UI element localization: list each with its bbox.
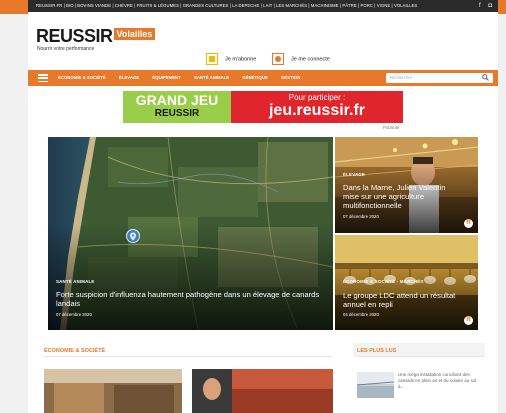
- ad-game-title: GRAND JEU: [135, 92, 219, 108]
- instagram-icon[interactable]: ◘: [488, 0, 492, 12]
- left-margin: [0, 14, 28, 413]
- ad-url: jeu.reussir.fr: [268, 102, 366, 119]
- reussir-r-badge-icon: R: [464, 316, 473, 325]
- nav-item-equipement[interactable]: ÉQUIPEMENT: [152, 75, 180, 80]
- nav-item-gestion[interactable]: GESTION: [281, 75, 300, 80]
- main-article-category[interactable]: SANTÉ ANIMALE: [56, 279, 95, 284]
- nav-item-economie[interactable]: ÉCONOMIE & SOCIÉTÉ: [58, 75, 106, 80]
- ad-label: Publicité: [383, 125, 400, 130]
- subscribe-button[interactable]: Je m'abonne: [206, 53, 256, 65]
- section-title-economie[interactable]: ÉCONOMIE & SOCIÉTÉ: [44, 348, 105, 354]
- ad-brand: REUSSIR: [154, 108, 200, 119]
- reussir-r-badge-icon: R: [464, 219, 473, 228]
- side-article-card-1[interactable]: ÉLEVAGE Dans la Marne, Julien Valentin m…: [335, 137, 478, 233]
- search-icon[interactable]: [482, 74, 489, 84]
- economie-tile-2-photo: [192, 369, 333, 413]
- economie-tile-1-photo: [44, 369, 182, 413]
- side2-category[interactable]: ÉCONOMIE & SOCIÉTÉ - MARCHÉS: [343, 279, 424, 284]
- nav-item-genetique[interactable]: GÉNÉTIQUE: [242, 75, 267, 80]
- ad-right-panel: Pour participer : jeu.reussir.fr: [231, 91, 403, 123]
- main-navbar: ÉCONOMIE & SOCIÉTÉ ÉLEVAGE ÉQUIPEMENT SA…: [28, 70, 498, 86]
- side1-date: 07 décembre 2020: [343, 214, 379, 219]
- section-title-most-read: LES PLUS LUS: [357, 348, 397, 354]
- side1-title[interactable]: Dans la Marne, Julien Valentin mise sur …: [343, 183, 463, 210]
- network-topbar: REUSSIR.FR | BIO | BOVINS VIANDE | CHÈVR…: [28, 0, 498, 12]
- site-logo[interactable]: REUSSIR Volailles Nourrir votre performan…: [36, 26, 156, 52]
- main-article-card[interactable]: SANTÉ ANIMALE Forte suspicion d'influenz…: [48, 137, 333, 330]
- social-links: f ◘: [473, 0, 492, 12]
- subscribe-label: Je m'abonne: [225, 56, 257, 63]
- economie-tile-2[interactable]: [192, 369, 333, 413]
- main-article-date: 07 décembre 2020: [56, 312, 92, 317]
- user-icon: [272, 53, 284, 65]
- nav-menu: ÉCONOMIE & SOCIÉTÉ ÉLEVAGE ÉQUIPEMENT SA…: [58, 70, 312, 86]
- network-links[interactable]: REUSSIR.FR | BIO | BOVINS VIANDE | CHÈVR…: [36, 0, 417, 12]
- ad-cta-text: Pour participer :: [288, 93, 346, 102]
- webpage: REUSSIR.FR | BIO | BOVINS VIANDE | CHÈVR…: [28, 0, 498, 413]
- economie-tile-1[interactable]: [44, 369, 182, 413]
- side2-title[interactable]: Le groupe LDC attend un résultat annuel …: [343, 291, 468, 309]
- subscribe-icon: [206, 53, 218, 65]
- section-divider: [44, 356, 332, 357]
- login-button[interactable]: Je me connecte: [272, 53, 330, 65]
- facebook-icon[interactable]: f: [479, 0, 481, 12]
- nav-item-sante-animale[interactable]: SANTÉ ANIMALE: [194, 75, 229, 80]
- main-article-title[interactable]: Forte suspicion d'influenza hautement pa…: [56, 290, 328, 308]
- most-read-item-text[interactable]: Une méga installation conciliant des can…: [398, 372, 480, 390]
- login-label: Je me connecte: [291, 56, 330, 63]
- side1-category[interactable]: ÉLEVAGE: [343, 172, 365, 177]
- search-placeholder: Rechercher: [390, 75, 413, 80]
- aside-divider: [357, 356, 485, 357]
- search-input[interactable]: Rechercher: [386, 73, 493, 83]
- nav-item-elevage[interactable]: ÉLEVAGE: [119, 75, 139, 80]
- hamburger-icon[interactable]: [38, 74, 48, 83]
- side2-date: 04 décembre 2020: [343, 312, 379, 317]
- right-margin: [498, 14, 506, 413]
- most-read-thumbnail[interactable]: [357, 372, 394, 398]
- side-article-card-2[interactable]: ÉCONOMIE & SOCIÉTÉ - MARCHÉS Le groupe L…: [335, 235, 478, 330]
- logo-wordmark: REUSSIR: [36, 26, 113, 46]
- logo-tagline: Nourrir votre performance: [37, 46, 95, 52]
- logo-badge: Volailles: [113, 28, 156, 40]
- ad-left-panel: GRAND JEU REUSSIR: [123, 91, 231, 123]
- ad-banner[interactable]: GRAND JEU REUSSIR Pour participer : jeu.…: [123, 91, 403, 123]
